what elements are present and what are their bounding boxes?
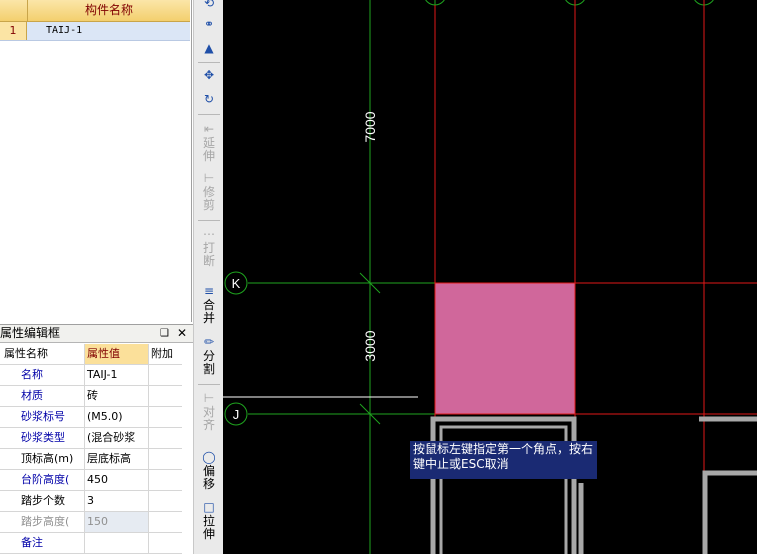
column-header-value: 属性值 <box>85 344 149 364</box>
extend-icon: ⇤ <box>203 122 215 136</box>
offset-label: 偏移 <box>202 464 215 491</box>
property-value[interactable]: 层底标高 <box>85 452 131 465</box>
mirror-icon: ▲ <box>204 41 214 55</box>
dimension-text-upper: 7000 <box>362 111 378 142</box>
dimension-text-lower: 3000 <box>362 330 378 361</box>
toolbar-separator <box>198 62 220 63</box>
component-list: 构件名称 1 TAIJ-1 <box>0 0 192 322</box>
refresh-icon: ↻ <box>203 92 215 106</box>
property-row-tread-height[interactable]: 踏步高度( 150 <box>0 512 314 533</box>
stretch-label: 拉伸 <box>202 514 215 541</box>
property-label: 踏步个数 <box>21 494 65 507</box>
move-icon: ✥ <box>203 68 215 82</box>
stretch-icon: □ <box>203 500 215 514</box>
property-row-step-height[interactable]: 台阶高度( 450 <box>0 470 314 491</box>
align-label: 对齐 <box>202 405 215 432</box>
property-label: 备注 <box>21 536 43 549</box>
column-header-name: 属性名称 <box>0 344 85 364</box>
component-row-index: 1 <box>0 22 27 40</box>
axis-label-k: K <box>232 276 241 291</box>
pin-icon[interactable]: ❑ <box>160 325 169 342</box>
left-panel: 构件名称 1 TAIJ-1 属性编辑框 ❑ ✕ 属性名称 属性值 附加 名称 T… <box>0 0 314 555</box>
property-panel: 属性编辑框 ❑ ✕ 属性名称 属性值 附加 名称 TAIJ-1 材质 砖 砂浆标… <box>0 324 314 555</box>
trim-label: 修剪 <box>202 185 215 212</box>
break-tool-button[interactable]: ⋯ 打断 <box>196 226 222 268</box>
rotate-tool-button[interactable]: ⟲ <box>196 0 222 11</box>
merge-label: 合并 <box>202 298 215 325</box>
property-panel-titlebar: 属性编辑框 ❑ ✕ <box>0 325 193 343</box>
trim-icon: ⊢ <box>203 171 215 185</box>
split-icon: ✏ <box>203 335 215 349</box>
property-value[interactable]: TAIJ-1 <box>85 368 117 381</box>
copy-tool-button[interactable]: ⚭ <box>196 16 222 32</box>
copy-icon: ⚭ <box>203 17 215 31</box>
component-row-name[interactable]: TAIJ-1 <box>46 22 82 40</box>
mirror-tool-button[interactable]: ▲ <box>196 40 222 56</box>
property-label: 砂浆标号 <box>21 410 65 423</box>
split-tool-button[interactable]: ✏ 分割 <box>196 334 222 376</box>
column-header-extra: 附加 <box>151 347 173 360</box>
axis-label-j: J <box>233 407 240 422</box>
offset-tool-button[interactable]: ◯ 偏移 <box>196 449 222 491</box>
align-icon: ⊢ <box>203 391 215 405</box>
property-row-remark[interactable]: 备注 <box>0 533 314 554</box>
merge-tool-button[interactable]: ≡ 合并 <box>196 283 222 325</box>
property-table-header: 属性名称 属性值 附加 <box>0 344 182 365</box>
toolbar-separator <box>198 114 220 115</box>
property-value[interactable]: (M5.0) <box>85 410 123 423</box>
property-label: 材质 <box>21 389 43 402</box>
split-label: 分割 <box>202 349 215 376</box>
toolbar-separator <box>198 220 220 221</box>
drawing-canvas[interactable]: K J 7000 3000 按鼠标左键指定第一个角点，按右 键中止或ESC取消 <box>223 0 757 554</box>
property-row-step-count[interactable]: 踏步个数 3 <box>0 491 314 512</box>
selection-rectangle[interactable] <box>434 282 576 415</box>
component-list-index-header <box>0 0 28 22</box>
tooltip-line2: 键中止或ESC取消 <box>413 457 509 471</box>
move-tool-button[interactable]: ✥ <box>196 67 222 83</box>
property-label: 砂浆类型 <box>21 431 65 444</box>
property-label: 名称 <box>21 368 43 381</box>
property-row-material[interactable]: 材质 砖 <box>0 386 314 407</box>
property-row-mortar-grade[interactable]: 砂浆标号 (M5.0) <box>0 407 314 428</box>
tooltip-line1: 按鼠标左键指定第一个角点，按右 <box>413 442 594 456</box>
property-row-top-elevation[interactable]: 顶标高(m) 层底标高 <box>0 449 314 470</box>
extend-label: 延伸 <box>202 136 215 163</box>
close-icon[interactable]: ✕ <box>177 325 187 342</box>
extend-tool-button[interactable]: ⇤ 延伸 <box>196 121 222 163</box>
property-panel-title: 属性编辑框 <box>0 326 61 340</box>
edit-toolbar: ⟲ ⚭ ▲ ✥ ↻ ⇤ 延伸 ⊢ 修剪 ⋯ 打断 ≡ 合并 ✏ 分割 ⊢ 对齐 … <box>193 0 224 554</box>
property-row-mortar-type[interactable]: 砂浆类型 (混合砂浆 <box>0 428 314 449</box>
property-value: 150 <box>87 515 108 528</box>
toolbar-separator <box>198 384 220 385</box>
rotate2-tool-button[interactable]: ↻ <box>196 91 222 107</box>
component-list-name-header[interactable]: 构件名称 <box>28 0 190 22</box>
command-tooltip: 按鼠标左键指定第一个角点，按右 键中止或ESC取消 <box>410 441 597 479</box>
property-value[interactable]: 450 <box>85 473 108 486</box>
property-value[interactable]: 砖 <box>85 389 98 402</box>
component-list-row[interactable]: 1 TAIJ-1 <box>0 22 190 41</box>
offset-icon: ◯ <box>202 450 216 464</box>
break-label: 打断 <box>202 241 215 268</box>
property-label: 顶标高(m) <box>21 452 74 465</box>
align-tool-button[interactable]: ⊢ 对齐 <box>196 390 222 432</box>
property-value[interactable]: (混合砂浆 <box>85 431 135 444</box>
property-row-name[interactable]: 名称 TAIJ-1 <box>0 365 182 386</box>
merge-icon: ≡ <box>203 284 215 298</box>
property-value[interactable] <box>85 536 87 549</box>
stretch-tool-button[interactable]: □ 拉伸 <box>196 499 222 541</box>
property-label: 踏步高度( <box>21 515 70 528</box>
rotate-icon: ⟲ <box>203 0 215 10</box>
trim-tool-button[interactable]: ⊢ 修剪 <box>196 170 222 212</box>
property-label: 台阶高度( <box>21 473 70 486</box>
wall-outlines <box>430 416 757 554</box>
property-value[interactable]: 3 <box>85 494 94 507</box>
break-icon: ⋯ <box>203 227 215 241</box>
